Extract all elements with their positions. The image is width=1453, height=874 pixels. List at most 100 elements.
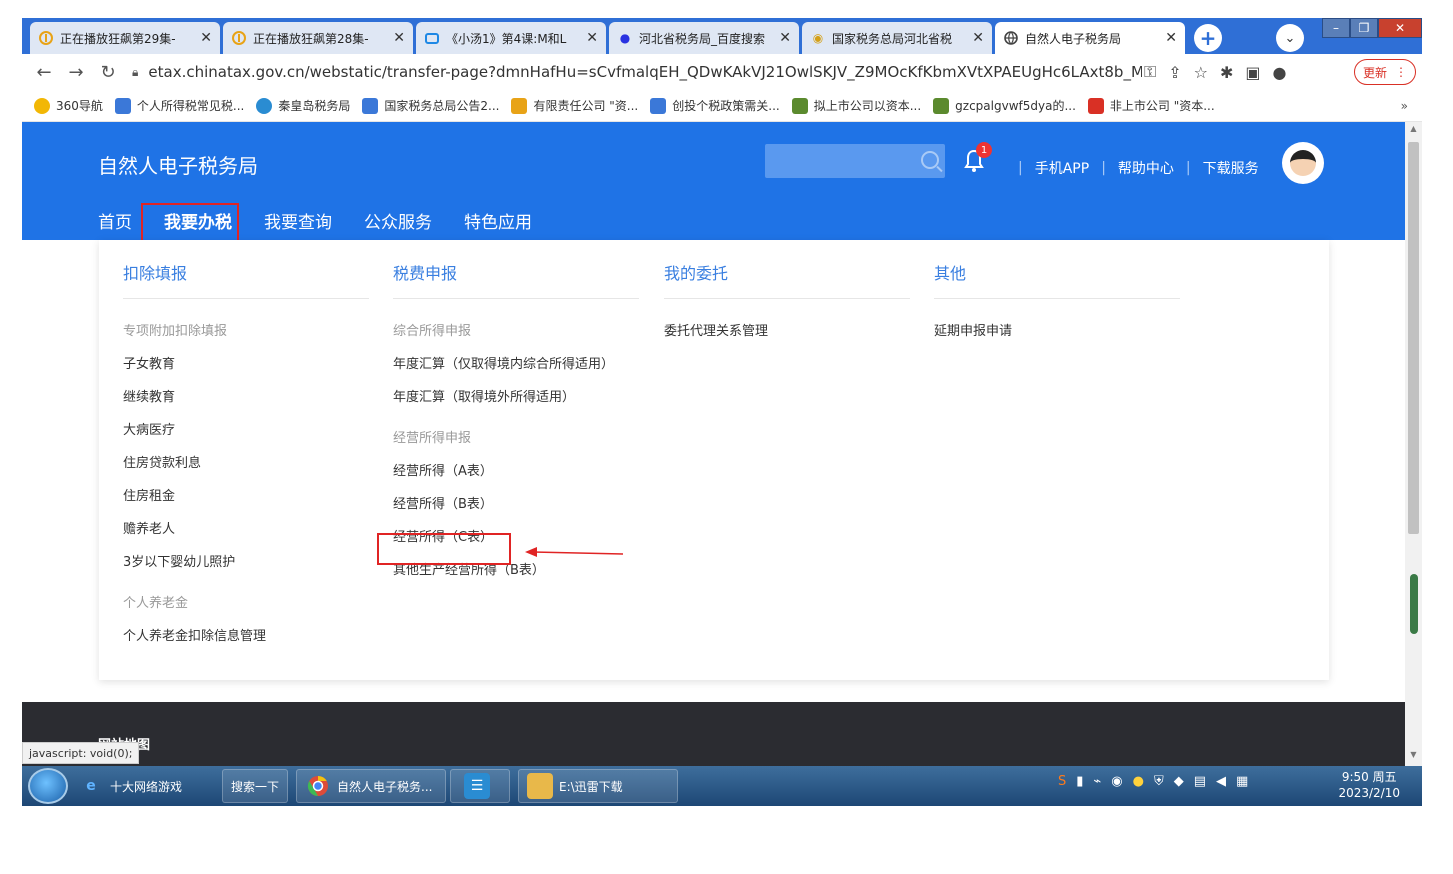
bookmark-icon: [114, 97, 131, 114]
header-link-app[interactable]: 手机APP: [1035, 158, 1089, 178]
side-widget[interactable]: [1410, 574, 1418, 634]
profile-icon[interactable]: ●: [1272, 63, 1286, 82]
nav-home[interactable]: 首页: [98, 208, 132, 233]
close-tab-icon[interactable]: ✕: [1165, 30, 1177, 46]
menu-item[interactable]: 年度汇算（仅取得境内综合所得适用）: [393, 352, 639, 385]
scroll-up-icon[interactable]: ▲: [1405, 124, 1422, 138]
close-window-icon[interactable]: ✕: [1378, 18, 1422, 38]
bookmarks-more-icon[interactable]: »: [1401, 99, 1408, 113]
browser-tab[interactable]: ● 河北省税务局_百度搜索 ✕: [609, 22, 799, 54]
star-icon[interactable]: ☆: [1194, 63, 1208, 82]
tab-search-icon[interactable]: ⌄: [1276, 24, 1304, 52]
menu-item[interactable]: 子女教育: [123, 352, 369, 385]
baidu-paw-icon: ●: [619, 31, 631, 45]
header-link-download[interactable]: 下载服务: [1203, 158, 1259, 178]
menu-item[interactable]: 经营所得（A表）: [393, 459, 639, 492]
menu-item[interactable]: 住房租金: [123, 484, 369, 517]
taskbar-item-chrome[interactable]: 自然人电子税务...: [296, 769, 446, 803]
start-button[interactable]: [28, 768, 68, 804]
taskbar-search-button[interactable]: 搜索一下: [222, 769, 289, 803]
browser-tab[interactable]: 正在播放狂飙第29集- ✕: [30, 22, 220, 54]
extensions-icon[interactable]: ✱: [1220, 63, 1233, 82]
browser-tab[interactable]: ◉ 国家税务总局河北省税 ✕: [802, 22, 992, 54]
nav-public-service[interactable]: 公众服务: [364, 208, 432, 233]
tray-icon[interactable]: ◉: [1111, 774, 1122, 789]
system-tray: S ▮ ⌁ ◉ ● ⛨ ◆ ▤ ◀ ▦: [1058, 774, 1248, 789]
minimize-icon[interactable]: –: [1322, 18, 1350, 38]
site-title[interactable]: 自然人电子税务局: [98, 150, 258, 179]
status-bar: javascript: void(0);: [22, 742, 140, 764]
site-search-input[interactable]: [765, 144, 945, 178]
menu-column-heading[interactable]: 税费申报: [393, 260, 639, 299]
close-tab-icon[interactable]: ✕: [393, 30, 405, 46]
header-link-help[interactable]: 帮助中心: [1118, 158, 1174, 178]
shield-icon[interactable]: ⛨: [1154, 774, 1164, 789]
menu-column-heading[interactable]: 我的委托: [664, 260, 910, 299]
reload-icon[interactable]: ↻: [92, 62, 124, 83]
close-tab-icon[interactable]: ✕: [200, 30, 212, 46]
tray-icon[interactable]: ⌁: [1093, 774, 1101, 789]
network-icon[interactable]: ▦: [1236, 774, 1248, 789]
new-tab-button[interactable]: +: [1194, 24, 1222, 52]
vertical-scrollbar[interactable]: ▲ ▼: [1405, 122, 1422, 766]
back-icon[interactable]: ←: [28, 62, 60, 83]
menu-item[interactable]: 委托代理关系管理: [664, 319, 910, 352]
search-icon[interactable]: [921, 151, 939, 169]
volume-icon[interactable]: ◀: [1216, 774, 1226, 789]
bookmark-item[interactable]: gzcpalgvwf5dya的...: [933, 97, 1076, 114]
menu-column-other: 其他 延期申报申请: [934, 260, 1180, 352]
nav-query[interactable]: 我要查询: [264, 208, 332, 233]
browser-tab[interactable]: 正在播放狂飙第28集- ✕: [223, 22, 413, 54]
scroll-down-icon[interactable]: ▼: [1405, 750, 1422, 764]
menu-item[interactable]: 个人养老金扣除信息管理: [123, 624, 369, 657]
nav-special-apps[interactable]: 特色应用: [464, 208, 532, 233]
menu-column-heading[interactable]: 扣除填报: [123, 260, 369, 299]
bookmark-item[interactable]: 拟上市公司以资本...: [791, 97, 921, 114]
tray-icon[interactable]: ▤: [1194, 774, 1206, 789]
menu-item[interactable]: 3岁以下婴幼儿照护: [123, 550, 369, 583]
tray-icon[interactable]: ●: [1133, 774, 1144, 789]
menu-item[interactable]: 住房贷款利息: [123, 451, 369, 484]
maximize-icon[interactable]: ❐: [1350, 18, 1378, 38]
scrollbar-thumb[interactable]: [1408, 142, 1419, 534]
key-icon[interactable]: ⚿: [1144, 62, 1156, 82]
url-text[interactable]: etax.chinatax.gov.cn/webstatic/transfer-…: [148, 63, 1142, 81]
media-icon: [38, 30, 54, 46]
bookmark-item[interactable]: 国家税务总局公告2...: [362, 97, 499, 114]
taskbar-item-app[interactable]: ☰: [450, 769, 510, 803]
browser-tab[interactable]: 《小汤1》第4课:M和L ✕: [416, 22, 606, 54]
antivirus-icon[interactable]: S: [1058, 774, 1066, 789]
menu-item[interactable]: 经营所得（B表）: [393, 492, 639, 525]
forward-icon[interactable]: →: [60, 62, 92, 83]
bookmark-item[interactable]: 360导航: [34, 97, 103, 114]
update-button[interactable]: 更新 ⋮: [1353, 59, 1416, 85]
close-tab-icon[interactable]: ✕: [779, 30, 791, 46]
address-bar[interactable]: 🔒︎ etax.chinatax.gov.cn/webstatic/transf…: [132, 57, 1142, 87]
menu-item[interactable]: 大病医疗: [123, 418, 369, 451]
menu-item[interactable]: 延期申报申请: [934, 319, 1180, 352]
close-tab-icon[interactable]: ✕: [972, 30, 984, 46]
notification-badge: 1: [976, 142, 992, 158]
taskbar-item[interactable]: e 十大网络游戏: [78, 769, 182, 803]
bookmark-item[interactable]: 有限责任公司 "资...: [511, 97, 638, 114]
share-icon[interactable]: ⇪: [1168, 63, 1181, 82]
menu-item[interactable]: 继续教育: [123, 385, 369, 418]
tray-icon[interactable]: ▮: [1076, 774, 1083, 789]
menu-item[interactable]: 年度汇算（取得境外所得适用）: [393, 385, 639, 418]
browser-tab-active[interactable]: 自然人电子税务局 ✕: [995, 22, 1185, 54]
taskbar-item-folder[interactable]: E:\迅雷下载: [518, 769, 678, 803]
bookmark-item[interactable]: 个人所得税常见税...: [114, 97, 244, 114]
menu-column-heading[interactable]: 其他: [934, 260, 1180, 299]
tray-icon[interactable]: ◆: [1174, 774, 1184, 789]
close-tab-icon[interactable]: ✕: [586, 30, 598, 46]
bookmark-item[interactable]: 非上市公司 "资本...: [1087, 97, 1215, 114]
bookmark-icon: [256, 97, 273, 114]
bookmark-item[interactable]: 创投个税政策需关...: [650, 97, 780, 114]
lock-icon: 🔒︎: [132, 64, 139, 79]
media-icon: [231, 30, 247, 46]
avatar[interactable]: [1282, 142, 1324, 184]
sidepanel-icon[interactable]: ▣: [1245, 63, 1260, 82]
bookmark-item[interactable]: 秦皇岛税务局: [256, 97, 350, 114]
taskbar-clock[interactable]: 9:50 周五 2023/2/10: [1338, 769, 1400, 801]
menu-item[interactable]: 赡养老人: [123, 517, 369, 550]
